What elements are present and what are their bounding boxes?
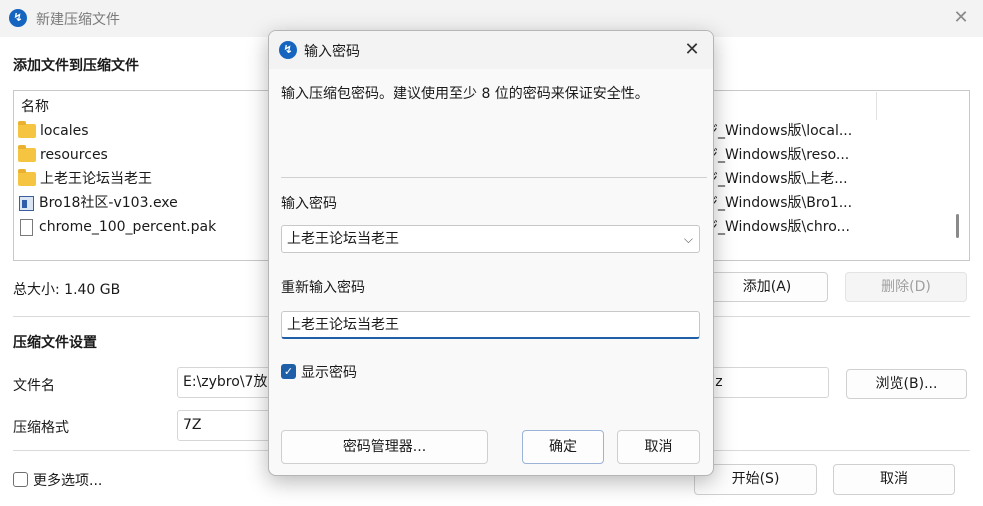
folder-icon	[18, 169, 36, 186]
file-icon	[20, 218, 33, 236]
list-scrollbar[interactable]	[956, 214, 959, 238]
window-title: 新建压缩文件	[36, 12, 120, 28]
more-options-label[interactable]: 更多选项...	[33, 470, 102, 490]
confirm-password-input[interactable]: 上老王论坛当老王	[281, 311, 700, 339]
window-close-icon[interactable]: ✕	[950, 7, 972, 29]
list-item[interactable]: locales	[18, 120, 89, 142]
list-item[interactable]: resources	[18, 144, 108, 166]
show-password-checkbox[interactable]: ✓	[281, 364, 296, 379]
format-label: 压缩格式	[13, 420, 69, 436]
folder-icon	[18, 145, 36, 162]
app-logo-icon: ↯	[9, 9, 27, 27]
list-item-name: chrome_100_percent.pak	[39, 219, 217, 235]
cancel-button[interactable]: 取消	[833, 464, 955, 495]
password-manager-button[interactable]: 密码管理器...	[281, 430, 488, 464]
column-separator[interactable]	[876, 92, 877, 120]
dialog-close-icon[interactable]: ✕	[681, 39, 703, 61]
folder-icon	[18, 121, 36, 138]
dialog-title: 输入密码	[304, 44, 360, 60]
dialog-titlebar: ↯ 输入密码 ✕	[269, 31, 713, 69]
list-item-path: ジ_Windows版\上老...	[704, 171, 848, 187]
confirm-password-label: 重新输入密码	[281, 280, 365, 296]
more-options-checkbox[interactable]	[13, 472, 28, 487]
dialog-description: 输入压缩包密码。建议使用至少 8 位的密码来保证安全性。	[281, 86, 649, 102]
list-item-name: 上老王论坛当老王	[40, 171, 152, 187]
password-dialog: ↯ 输入密码 ✕ 输入压缩包密码。建议使用至少 8 位的密码来保证安全性。 输入…	[268, 30, 714, 476]
chevron-down-icon[interactable]: ⌵	[684, 226, 693, 252]
executable-icon	[19, 195, 34, 211]
list-item-path: ジ_Windows版\chro...	[704, 219, 850, 235]
password-label: 输入密码	[281, 196, 337, 212]
list-item-name: resources	[40, 147, 108, 163]
password-value: 上老王论坛当老王	[287, 231, 399, 247]
browse-button[interactable]: 浏览(B)...	[846, 369, 967, 399]
list-item[interactable]: 上老王论坛当老王	[18, 168, 152, 190]
filename-label: 文件名	[13, 378, 55, 394]
list-item-path: ジ_Windows版\local...	[704, 123, 853, 139]
password-combobox[interactable]: 上老王论坛当老王 ⌵	[281, 225, 700, 253]
list-item-name: locales	[40, 123, 89, 139]
delete-button[interactable]: 删除(D)	[845, 272, 967, 302]
section-settings-title: 压缩文件设置	[13, 335, 97, 351]
column-header-name[interactable]: 名称	[21, 96, 49, 116]
filename-value: E:\zybro\7放	[183, 374, 268, 390]
app-logo-icon: ↯	[279, 41, 297, 59]
list-item-path: ジ_Windows版\Bro1...	[704, 195, 853, 211]
total-size-label: 总大小: 1.40 GB	[13, 282, 121, 298]
list-item[interactable]: chrome_100_percent.pak	[18, 216, 216, 238]
list-item-name: Bro18社区-v103.exe	[39, 195, 178, 211]
list-item-path: ジ_Windows版\reso...	[704, 147, 850, 163]
ok-button[interactable]: 确定	[522, 430, 604, 464]
list-item[interactable]: Bro18社区-v103.exe	[18, 192, 178, 214]
dialog-cancel-button[interactable]: 取消	[617, 430, 700, 464]
section-add-files-title: 添加文件到压缩文件	[13, 58, 139, 74]
divider	[281, 177, 707, 178]
add-button[interactable]: 添加(A)	[706, 272, 828, 302]
show-password-label[interactable]: 显示密码	[301, 362, 357, 382]
